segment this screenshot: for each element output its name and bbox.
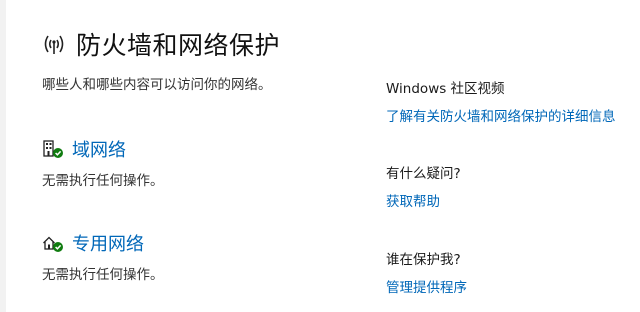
help-section: 有什么疑问? 获取帮助 (386, 162, 461, 210)
private-network-section: 专用网络 无需执行任何操作。 (42, 230, 164, 283)
community-video-heading: Windows 社区视频 (386, 81, 505, 97)
domain-network-link[interactable]: 域网络 (72, 136, 126, 162)
page-subtitle: 哪些人和哪些内容可以访问你的网络。 (42, 77, 272, 93)
manage-providers-link[interactable]: 管理提供程序 (386, 276, 467, 296)
domain-network-status: 无需执行任何操作。 (42, 173, 164, 189)
private-network-link[interactable]: 专用网络 (72, 230, 144, 256)
building-check-icon (43, 140, 63, 158)
private-network-status: 无需执行任何操作。 (42, 267, 164, 283)
page-header: 防火墙和网络保护 (40, 26, 280, 62)
help-heading: 有什么疑问? (386, 166, 461, 182)
home-network-check-icon (43, 236, 63, 252)
who-protects-heading: 谁在保护我? (386, 252, 461, 268)
left-nav-edge (0, 0, 6, 312)
domain-network-section: 域网络 无需执行任何操作。 (42, 136, 164, 189)
who-protects-section: 谁在保护我? 管理提供程序 (386, 248, 467, 296)
wifi-signal-icon (44, 35, 64, 54)
get-help-link[interactable]: 获取帮助 (386, 190, 461, 210)
page-title: 防火墙和网络保护 (76, 31, 281, 60)
community-video-section: Windows 社区视频 了解有关防火墙和网络保护的详细信息 (386, 77, 616, 125)
firewall-info-link[interactable]: 了解有关防火墙和网络保护的详细信息 (386, 105, 616, 125)
